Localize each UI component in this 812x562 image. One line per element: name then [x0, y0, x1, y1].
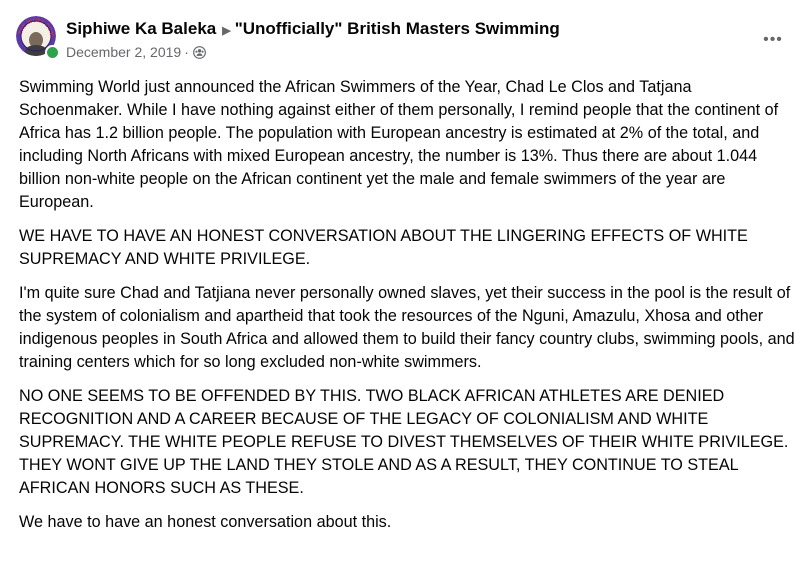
author-name[interactable]: Siphiwe Ka Baleka	[66, 19, 216, 39]
post-header: THE WORK DON'T STOP Siphiwe Ka Baleka ▶ …	[0, 0, 812, 70]
post-meta: December 2, 2019 ·	[66, 43, 206, 61]
shared-to-arrow-icon: ▶	[222, 24, 231, 37]
group-name[interactable]: "Unofficially" British Masters Swimming	[235, 19, 560, 39]
post-paragraph: WE HAVE TO HAVE AN HONEST CONVERSATION A…	[19, 227, 748, 268]
post-paragraph: We have to have an honest conversation a…	[19, 513, 392, 531]
more-options-button[interactable]: •••	[758, 28, 788, 52]
meta-separator: ·	[184, 44, 189, 60]
author-line: Siphiwe Ka Baleka ▶ "Unofficially" Briti…	[66, 18, 560, 40]
post-paragraph: I'm quite sure Chad and Tatjiana never p…	[19, 284, 795, 371]
post-paragraph: NO ONE SEEMS TO BE OFFENDED BY THIS. TWO…	[19, 387, 789, 497]
more-options-icon: •••	[763, 31, 783, 48]
facebook-post: THE WORK DON'T STOP Siphiwe Ka Baleka ▶ …	[0, 0, 812, 562]
post-date[interactable]: December 2, 2019	[66, 44, 181, 60]
post-body: Swimming World just announced the Africa…	[19, 76, 799, 545]
online-status-dot	[45, 45, 60, 60]
post-paragraph: Swimming World just announced the Africa…	[19, 78, 779, 211]
group-audience-icon[interactable]	[192, 45, 206, 59]
